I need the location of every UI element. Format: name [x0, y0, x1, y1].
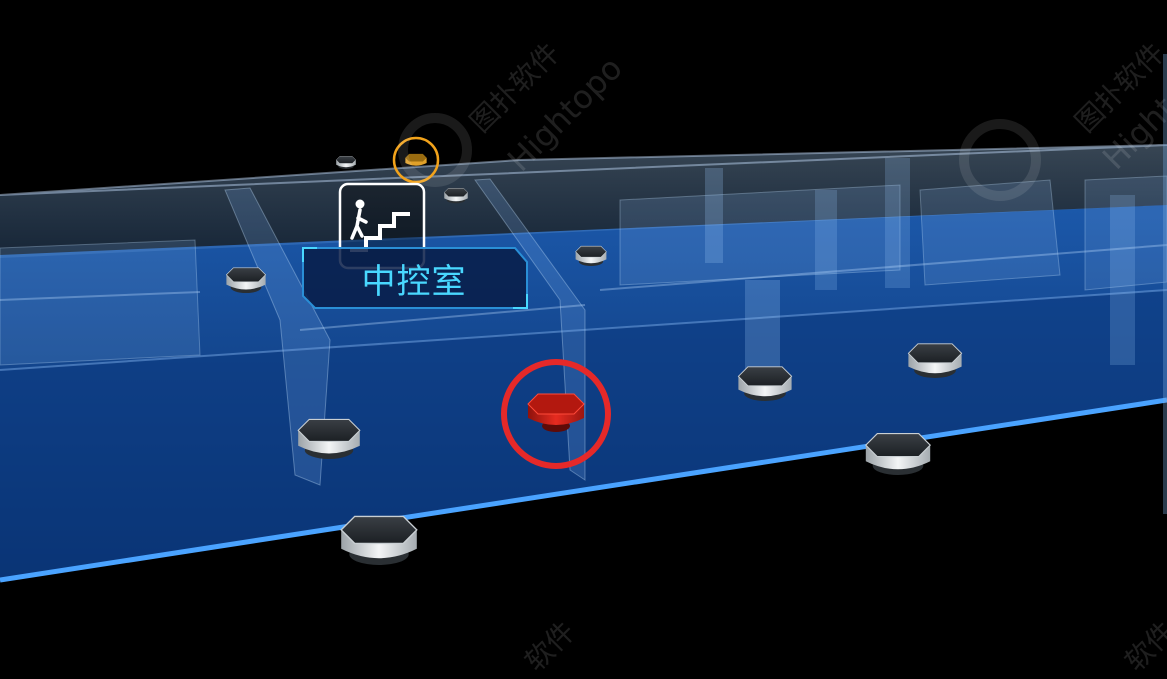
smoke-detector-icon[interactable] — [737, 366, 793, 401]
smoke-detector-icon[interactable] — [335, 156, 357, 169]
3d-floor-scene[interactable] — [0, 0, 1167, 651]
smoke-detector-icon[interactable] — [864, 433, 932, 475]
scrollbar[interactable] — [1163, 54, 1167, 514]
smoke-detector-icon[interactable] — [575, 245, 607, 266]
smoke-detector-icon[interactable] — [340, 515, 418, 565]
smoke-detector-icon[interactable] — [443, 188, 469, 204]
room-label: 中控室 — [361, 261, 467, 302]
smoke-detector-icon[interactable] — [225, 267, 267, 293]
smoke-detector-icon[interactable] — [907, 343, 963, 378]
smoke-detector-icon[interactable] — [297, 418, 361, 459]
